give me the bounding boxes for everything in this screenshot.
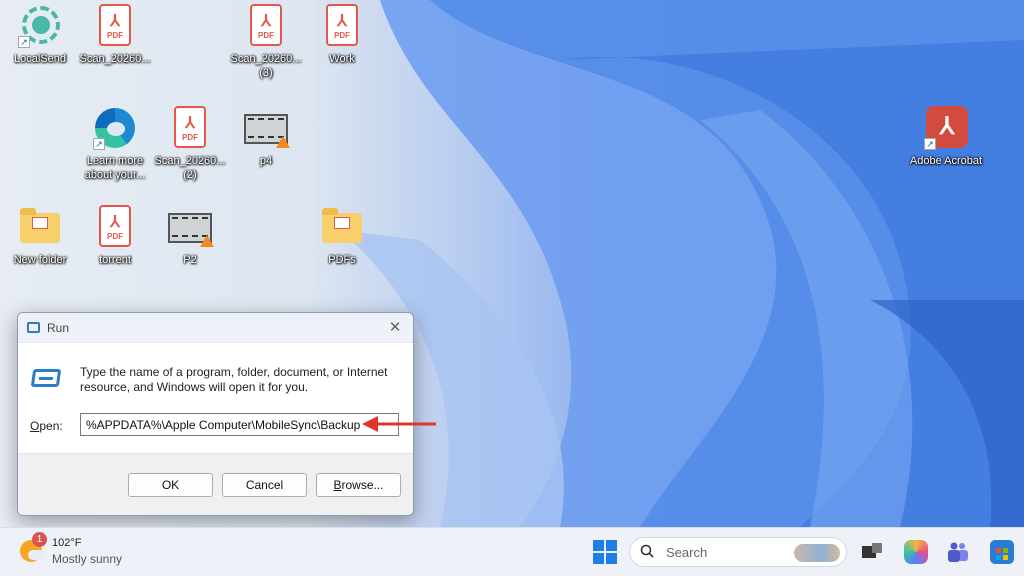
- ok-button[interactable]: OK: [128, 473, 213, 497]
- pdf-file-icon: ⅄ PDF: [326, 4, 358, 46]
- desktop-icon-torrent[interactable]: ⅄ PDF torrent: [77, 205, 153, 267]
- weather-condition: Mostly sunny: [52, 552, 123, 566]
- taskbar: 1 102°F Mostly sunny Search: [0, 527, 1024, 576]
- desktop-icon-learn-more[interactable]: ↗ Learn more about your...: [77, 106, 153, 182]
- video-file-icon: [168, 213, 214, 247]
- desktop-icon-label: Scan_20260... (3): [230, 53, 302, 79]
- desktop-icon-label: PDFs: [328, 254, 356, 266]
- weather-temperature: 102°F: [52, 537, 82, 549]
- close-icon[interactable]: ✕: [385, 318, 405, 338]
- desktop-icon-label: Scan_20260...: [79, 53, 151, 65]
- run-titlebar[interactable]: Run ✕: [18, 313, 413, 343]
- desktop-icon-localsend[interactable]: ↗ LocalSend: [2, 4, 78, 66]
- desktop-icon-scan-1[interactable]: ⅄ PDF Scan_20260...: [77, 4, 153, 66]
- desktop-icon-label: p4: [259, 155, 273, 167]
- desktop-icon-scan-2[interactable]: ⅄ PDF Scan_20260... (2): [152, 106, 228, 182]
- search-placeholder: Search: [666, 545, 708, 560]
- run-icon: [27, 322, 40, 333]
- run-body: Type the name of a program, folder, docu…: [18, 343, 413, 453]
- task-view-icon[interactable]: [860, 540, 884, 564]
- desktop-icon-new-folder[interactable]: New folder: [2, 205, 78, 267]
- annotation-arrow-icon: [362, 416, 436, 432]
- desktop-icon-work[interactable]: ⅄ PDF Work: [304, 4, 380, 66]
- start-button[interactable]: [593, 540, 617, 564]
- open-label: Open:: [30, 419, 63, 433]
- pdf-file-icon: ⅄ PDF: [174, 106, 206, 148]
- notification-badge: 1: [32, 532, 47, 547]
- folder-icon: [322, 208, 362, 243]
- desktop-icon-label: Scan_20260... (2): [154, 155, 226, 181]
- cancel-button[interactable]: Cancel: [222, 473, 307, 497]
- browse-button[interactable]: Browse...: [316, 473, 401, 497]
- pdf-file-icon: ⅄ PDF: [99, 4, 131, 46]
- desktop-icon-pdfs[interactable]: PDFs: [304, 205, 380, 267]
- shortcut-arrow-icon: ↗: [924, 138, 936, 150]
- run-footer: OK Cancel Browse...: [18, 453, 413, 515]
- search-icon: [640, 544, 654, 558]
- desktop-icon-p4[interactable]: p4: [228, 106, 304, 168]
- taskbar-search[interactable]: Search: [629, 537, 847, 567]
- shortcut-arrow-icon: ↗: [18, 36, 30, 48]
- run-description: Type the name of a program, folder, docu…: [80, 365, 388, 394]
- desktop-icon-label: Adobe Acrobat: [909, 155, 983, 167]
- run-program-icon: [30, 369, 62, 387]
- desktop-icon-label: torrent: [99, 254, 131, 266]
- desktop-icon-label: Learn more about your...: [84, 155, 146, 181]
- desktop-icon-p2[interactable]: P2: [152, 205, 228, 267]
- teams-icon[interactable]: [946, 540, 970, 564]
- video-file-icon: [244, 114, 290, 148]
- pdf-file-icon: ⅄ PDF: [99, 205, 131, 247]
- desktop-icon-scan-3[interactable]: ⅄ PDF Scan_20260... (3): [228, 4, 304, 80]
- open-input[interactable]: [80, 413, 399, 436]
- folder-icon: [20, 208, 60, 243]
- copilot-icon[interactable]: [904, 540, 928, 564]
- desktop-icon-adobe-acrobat[interactable]: ⅄ ↗ Adobe Acrobat: [908, 106, 984, 168]
- desktop-icon-label: LocalSend: [14, 53, 66, 65]
- desktop-icon-label: Work: [329, 53, 355, 65]
- desktop-icon-label: P2: [183, 254, 197, 266]
- desktop-icon-label: New folder: [13, 254, 67, 266]
- microsoft-store-icon[interactable]: [990, 540, 1014, 564]
- pdf-file-icon: ⅄ PDF: [250, 4, 282, 46]
- run-dialog: Run ✕ Type the name of a program, folder…: [17, 312, 414, 516]
- shortcut-arrow-icon: ↗: [93, 138, 105, 150]
- windows-logo-icon: [593, 540, 604, 551]
- search-highlight-art: [794, 544, 840, 562]
- run-title: Run: [47, 321, 70, 335]
